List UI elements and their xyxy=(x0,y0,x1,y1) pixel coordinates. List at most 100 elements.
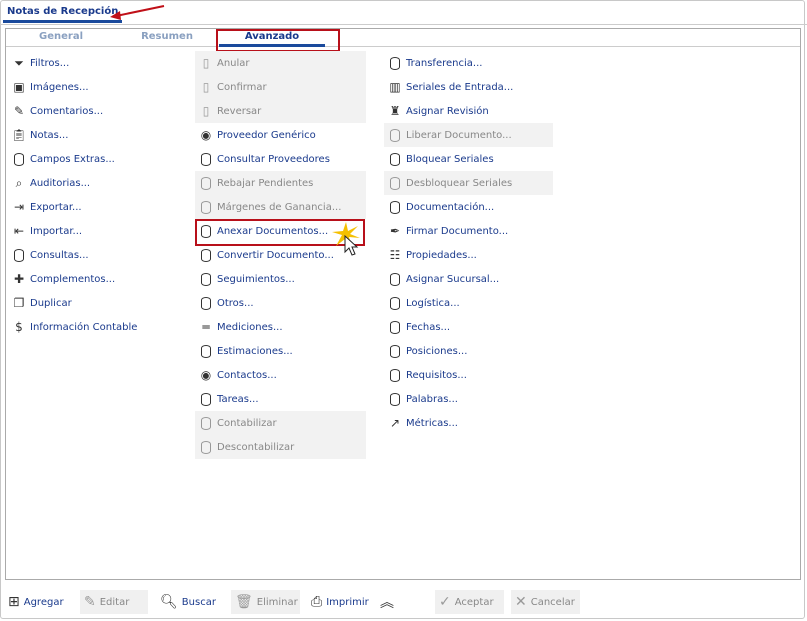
menu-item-notas[interactable]: 📋︎ Notas... xyxy=(8,123,183,147)
menu-item-estimaciones[interactable]: Estimaciones... xyxy=(195,339,366,363)
filter-icon: ⏷ xyxy=(14,55,24,70)
cancelar-button[interactable]: ✕ Cancelar xyxy=(511,590,580,614)
menu-item-label: Transferencia... xyxy=(406,57,483,69)
dollar-icon: $ xyxy=(15,320,23,334)
list-icon: ☷ xyxy=(389,248,401,262)
menu-item-complementos[interactable]: ✚ Complementos... xyxy=(8,267,183,291)
menu-item-label: Duplicar xyxy=(30,297,72,309)
menu-item-label: Reversar xyxy=(217,105,262,117)
menu-item-descontabilizar[interactable]: Descontabilizar xyxy=(195,435,366,459)
menu-item-otros[interactable]: Otros... xyxy=(195,291,366,315)
buscar-button[interactable]: 🔍︎ Buscar xyxy=(156,590,220,614)
imprimir-button[interactable]: ⎙ Imprimir xyxy=(307,590,373,614)
database-icon xyxy=(199,200,213,214)
agregar-button[interactable]: ⊞ Agregar xyxy=(4,590,68,614)
menu-item-confirmar[interactable]: ▯ Confirmar xyxy=(195,75,366,99)
menu-item-label: Asignar Sucursal... xyxy=(406,273,500,285)
menu-item-label: Logística... xyxy=(406,297,460,309)
menu-item-tareas[interactable]: Tareas... xyxy=(195,387,366,411)
database-icon xyxy=(199,344,213,358)
annotation-arrow-icon xyxy=(110,5,165,20)
menu-item-bloquear-seriales[interactable]: Bloquear Seriales xyxy=(384,147,553,171)
menu-item-asignar-revisión[interactable]: ♜ Asignar Revisión xyxy=(384,99,553,123)
chart-icon: ↗ xyxy=(389,416,401,430)
menu-item-filtros[interactable]: ⏷ Filtros... xyxy=(8,51,183,75)
menu-item-label: Anular xyxy=(217,57,250,69)
menu-item-label: Proveedor Genérico xyxy=(217,129,316,141)
menu-item-asignar-sucursal[interactable]: Asignar Sucursal... xyxy=(384,267,553,291)
menu-item-requisitos[interactable]: Requisitos... xyxy=(384,363,553,387)
menu-item-label: Liberar Documento... xyxy=(406,129,512,141)
menu-item-reversar[interactable]: ▯ Reversar xyxy=(195,99,366,123)
menu-item-exportar[interactable]: ⇥ Exportar... xyxy=(8,195,183,219)
database-icon xyxy=(388,272,402,286)
menu-item-métricas[interactable]: ↗ Métricas... xyxy=(384,411,553,435)
menu-item-label: Filtros... xyxy=(30,57,70,69)
menu-item-logística[interactable]: Logística... xyxy=(384,291,553,315)
double-chevron-up-icon: ︽ xyxy=(380,595,394,611)
database-icon xyxy=(388,176,402,190)
database-icon xyxy=(199,296,213,310)
menu-item-documentación[interactable]: Documentación... xyxy=(384,195,553,219)
menu-item-mediciones[interactable]: ═ Mediciones... xyxy=(195,315,366,339)
menu-item-propiedades[interactable]: ☷ Propiedades... xyxy=(384,243,553,267)
menu-item-label: Palabras... xyxy=(406,393,458,405)
menu-item-liberar-documento[interactable]: Liberar Documento... xyxy=(384,123,553,147)
menu-item-label: Seriales de Entrada... xyxy=(406,81,514,93)
menu-item-márgenes-de-ganancia[interactable]: Márgenes de Ganancia... xyxy=(195,195,366,219)
database-icon xyxy=(199,152,213,166)
printer-icon: ⎙ xyxy=(311,594,323,610)
menu-item-seguimientos[interactable]: Seguimientos... xyxy=(195,267,366,291)
database-icon xyxy=(388,368,402,382)
menu-item-posiciones[interactable]: Posiciones... xyxy=(384,339,553,363)
menu-item-label: Descontabilizar xyxy=(217,441,295,453)
cursor-icon xyxy=(332,222,360,256)
window-tab[interactable]: Notas de Recepción xyxy=(3,5,123,25)
menu-item-label: Documentación... xyxy=(406,201,495,213)
menu-item-label: Posiciones... xyxy=(406,345,468,357)
document-icon: ▯ xyxy=(202,56,210,70)
menu-item-firmar-documento[interactable]: ✒ Firmar Documento... xyxy=(384,219,553,243)
database-icon xyxy=(199,440,213,454)
document-icon: ▯ xyxy=(202,104,210,118)
editar-button[interactable]: ✎ Editar xyxy=(80,590,148,614)
menu-item-transferencia[interactable]: Transferencia... xyxy=(384,51,553,75)
menu-item-proveedor-genérico[interactable]: ◉ Proveedor Genérico xyxy=(195,123,366,147)
menu-item-label: Exportar... xyxy=(30,201,82,213)
tab-highlight-box xyxy=(216,29,340,52)
menu-item-comentarios[interactable]: ✎ Comentarios... xyxy=(8,99,183,123)
menu-item-label: Contactos... xyxy=(217,369,277,381)
menu-item-imágenes[interactable]: ▣ Imágenes... xyxy=(8,75,183,99)
menu-item-consultar-proveedores[interactable]: Consultar Proveedores xyxy=(195,147,366,171)
database-icon xyxy=(388,56,402,70)
menu-item-desbloquear-seriales[interactable]: Desbloquear Seriales xyxy=(384,171,553,195)
eliminar-button[interactable]: 🗑︎ Eliminar xyxy=(231,590,300,614)
menu-item-palabras[interactable]: Palabras... xyxy=(384,387,553,411)
collapse-button[interactable]: ︽ xyxy=(376,590,402,614)
tab-general[interactable]: General xyxy=(6,31,116,42)
menu-item-importar[interactable]: ⇤ Importar... xyxy=(8,219,183,243)
menu-item-fechas[interactable]: Fechas... xyxy=(384,315,553,339)
aceptar-button[interactable]: ✓ Aceptar xyxy=(435,590,504,614)
menu-item-duplicar[interactable]: ❐ Duplicar xyxy=(8,291,183,315)
tab-resumen[interactable]: Resumen xyxy=(112,31,222,42)
menu-item-anular[interactable]: ▯ Anular xyxy=(195,51,366,75)
menu-item-campos-extras[interactable]: Campos Extras... xyxy=(8,147,183,171)
menu-item-label: Fechas... xyxy=(406,321,451,333)
menu-item-rebajar-pendientes[interactable]: Rebajar Pendientes xyxy=(195,171,366,195)
menu-item-label: Márgenes de Ganancia... xyxy=(217,201,342,213)
menu-item-auditorias[interactable]: ⌕ Auditorias... xyxy=(8,171,183,195)
menu-item-seriales-de-entrada[interactable]: ▥ Seriales de Entrada... xyxy=(384,75,553,99)
menu-item-label: Auditorias... xyxy=(30,177,91,189)
puzzle-icon: ✚ xyxy=(13,272,25,286)
export-icon: ⇥ xyxy=(13,200,25,214)
database-icon xyxy=(388,200,402,214)
menu-item-información-contable[interactable]: $ Información Contable xyxy=(8,315,183,339)
menu-item-contactos[interactable]: ◉ Contactos... xyxy=(195,363,366,387)
import-icon: ⇤ xyxy=(13,224,25,238)
menu-item-label: Desbloquear Seriales xyxy=(406,177,513,189)
menu-item-contabilizar[interactable]: Contabilizar xyxy=(195,411,366,435)
menu-item-consultas[interactable]: Consultas... xyxy=(8,243,183,267)
audit-icon: ⌕ xyxy=(15,175,23,190)
comment-icon: ✎ xyxy=(13,104,25,118)
